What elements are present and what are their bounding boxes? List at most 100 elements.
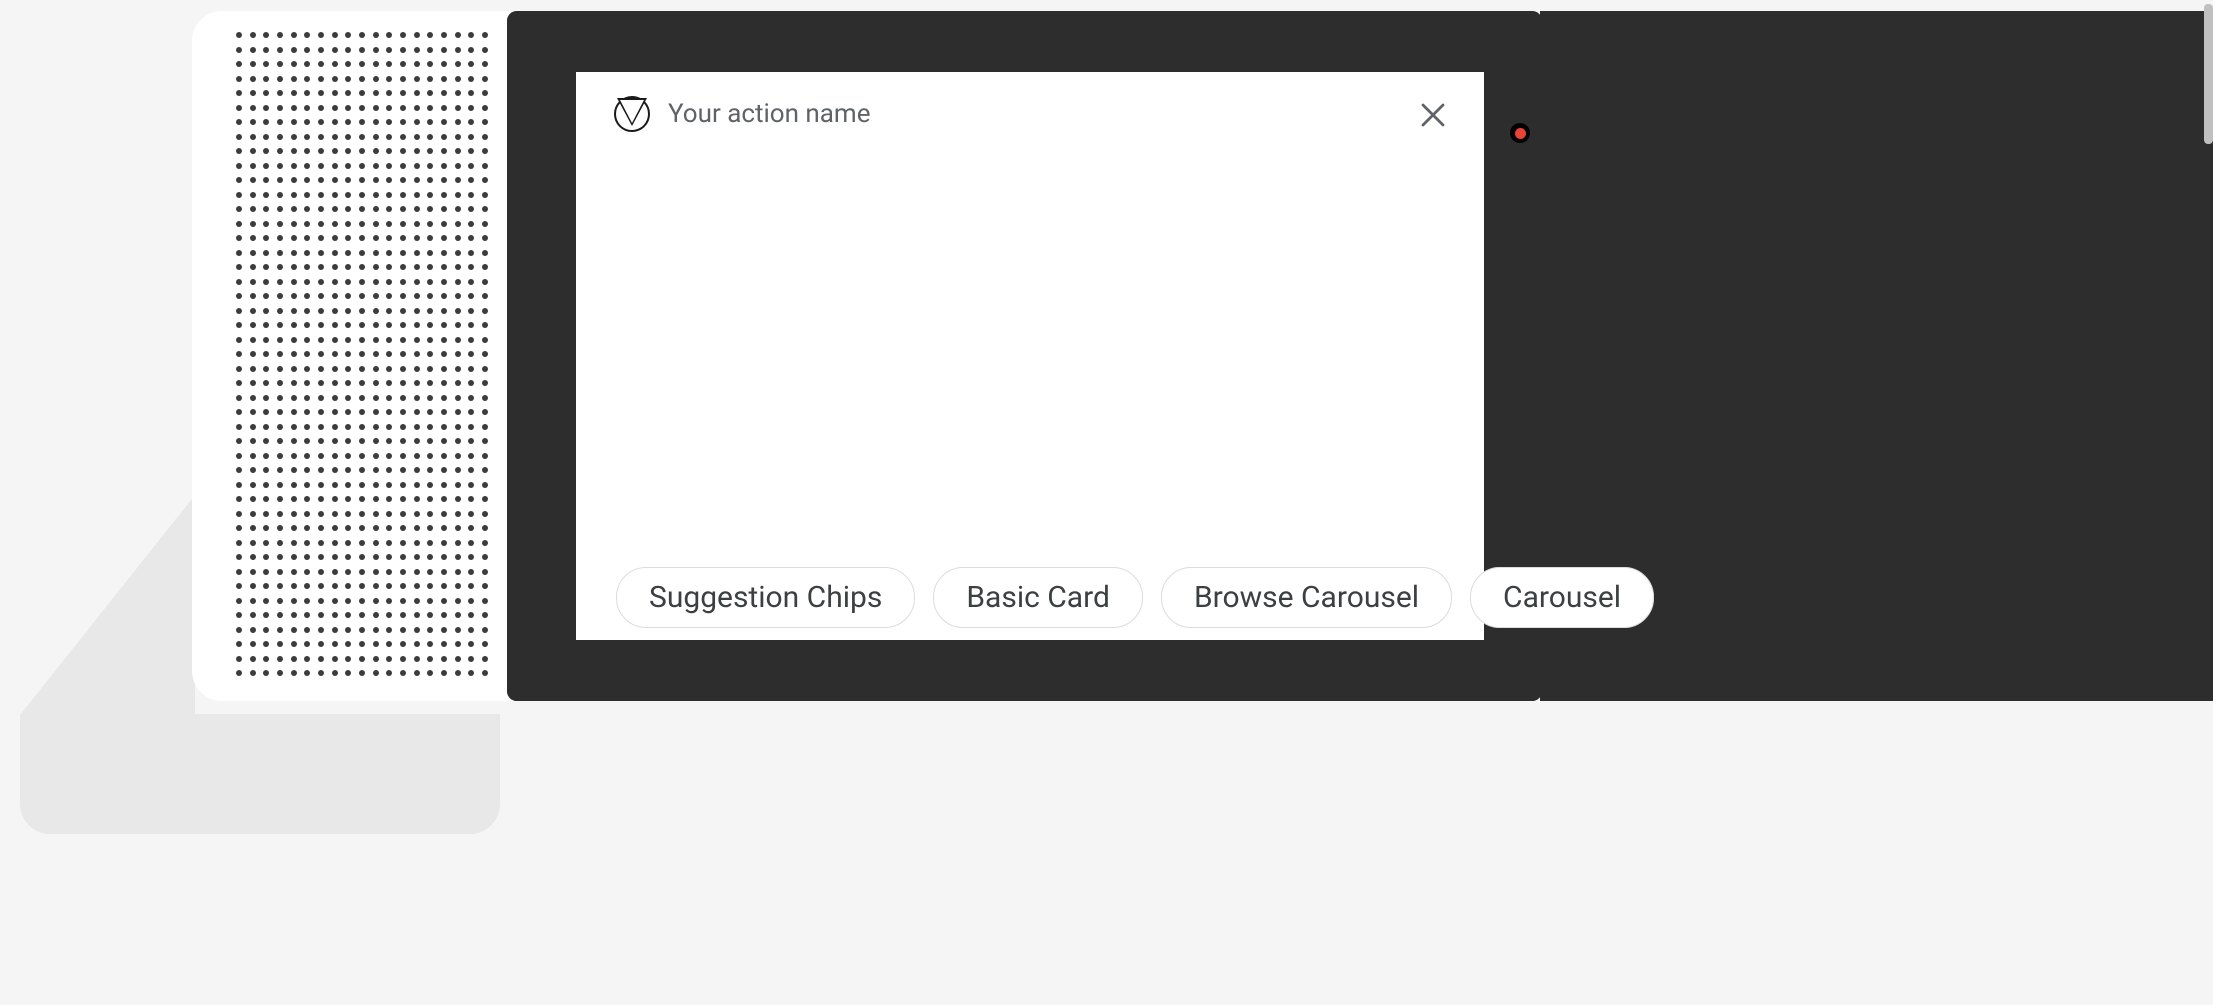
- speaker-dot: [468, 235, 474, 241]
- speaker-dot: [427, 380, 433, 386]
- speaker-dot: [236, 453, 242, 459]
- speaker-dot: [250, 206, 256, 212]
- speaker-dot: [263, 221, 269, 227]
- speaker-dot: [345, 337, 351, 343]
- speaker-dot: [441, 235, 447, 241]
- speaker-dot: [250, 656, 256, 662]
- speaker-dot: [291, 482, 297, 488]
- speaker-dot: [332, 61, 338, 67]
- speaker-dot: [400, 235, 406, 241]
- speaker-dot: [400, 540, 406, 546]
- speaker-dot: [455, 627, 461, 633]
- speaker-dot: [291, 264, 297, 270]
- speaker-dot: [318, 482, 324, 488]
- speaker-dot: [318, 641, 324, 647]
- speaker-dot: [359, 395, 365, 401]
- speaker-dot: [455, 598, 461, 604]
- speaker-dot: [441, 293, 447, 299]
- speaker-dot: [468, 351, 474, 357]
- speaker-dot: [236, 598, 242, 604]
- speaker-dot: [304, 380, 310, 386]
- speaker-dot: [468, 366, 474, 372]
- speaker-dot: [400, 583, 406, 589]
- speaker-dot: [400, 496, 406, 502]
- speaker-dot: [250, 32, 256, 38]
- speaker-dot: [304, 612, 310, 618]
- speaker-dot: [427, 148, 433, 154]
- speaker-dot: [359, 380, 365, 386]
- speaker-dot: [482, 206, 488, 212]
- speaker-dot: [482, 366, 488, 372]
- speaker-dot: [373, 598, 379, 604]
- speaker-dot: [427, 250, 433, 256]
- speaker-dot: [482, 90, 488, 96]
- speaker-dot: [427, 322, 433, 328]
- speaker-dot: [332, 627, 338, 633]
- speaker-dot: [373, 337, 379, 343]
- chip-suggestion-chips[interactable]: Suggestion Chips: [616, 567, 915, 628]
- close-button[interactable]: [1418, 100, 1448, 130]
- speaker-dot: [400, 612, 406, 618]
- speaker-dot: [332, 148, 338, 154]
- speaker-dot: [250, 670, 256, 676]
- speaker-dot: [359, 134, 365, 140]
- speaker-dot: [250, 119, 256, 125]
- speaker-dot: [400, 192, 406, 198]
- speaker-dot: [332, 453, 338, 459]
- speaker-dot: [468, 61, 474, 67]
- speaker-dot: [291, 656, 297, 662]
- speaker-dot: [291, 496, 297, 502]
- speaker-dot: [250, 612, 256, 618]
- speaker-dot: [482, 395, 488, 401]
- speaker-dot: [400, 206, 406, 212]
- speaker-dot: [455, 409, 461, 415]
- speaker-dot: [386, 525, 392, 531]
- speaker-dot: [318, 366, 324, 372]
- speaker-dot: [332, 554, 338, 560]
- speaker-dot: [291, 235, 297, 241]
- speaker-dot: [332, 583, 338, 589]
- speaker-dot: [236, 569, 242, 575]
- speaker-dot: [263, 206, 269, 212]
- speaker-dot: [236, 482, 242, 488]
- chip-basic-card[interactable]: Basic Card: [933, 567, 1143, 628]
- speaker-dot: [304, 409, 310, 415]
- speaker-dot: [468, 554, 474, 560]
- speaker-dot: [277, 105, 283, 111]
- speaker-dot: [345, 264, 351, 270]
- speaker-dot: [482, 511, 488, 517]
- speaker-dot: [441, 105, 447, 111]
- speaker-dot: [386, 206, 392, 212]
- speaker-dot: [482, 482, 488, 488]
- chip-browse-carousel[interactable]: Browse Carousel: [1161, 567, 1452, 628]
- chip-carousel[interactable]: Carousel: [1470, 567, 1654, 628]
- speaker-dot: [236, 366, 242, 372]
- speaker-dot: [250, 148, 256, 154]
- speaker-dot: [482, 351, 488, 357]
- speaker-dot: [441, 540, 447, 546]
- speaker-dot: [468, 627, 474, 633]
- speaker-dot: [236, 279, 242, 285]
- speaker-dot: [291, 163, 297, 169]
- speaker-dot: [468, 482, 474, 488]
- speaker-dot: [250, 322, 256, 328]
- scrollbar-thumb[interactable]: [2204, 4, 2213, 144]
- device-shadow-base: [20, 714, 500, 834]
- speaker-dot: [263, 453, 269, 459]
- speaker-dot: [400, 177, 406, 183]
- speaker-dot: [482, 279, 488, 285]
- speaker-dot: [291, 322, 297, 328]
- speaker-dot: [427, 76, 433, 82]
- speaker-dot: [441, 453, 447, 459]
- speaker-dot: [332, 192, 338, 198]
- speaker-dot: [263, 90, 269, 96]
- speaker-dot: [441, 192, 447, 198]
- speaker-dot: [291, 583, 297, 589]
- speaker-dot: [455, 656, 461, 662]
- speaker-dot: [318, 134, 324, 140]
- speaker-dot: [345, 656, 351, 662]
- speaker-dot: [318, 453, 324, 459]
- speaker-dot: [373, 467, 379, 473]
- speaker-dot: [359, 569, 365, 575]
- speaker-dot: [359, 670, 365, 676]
